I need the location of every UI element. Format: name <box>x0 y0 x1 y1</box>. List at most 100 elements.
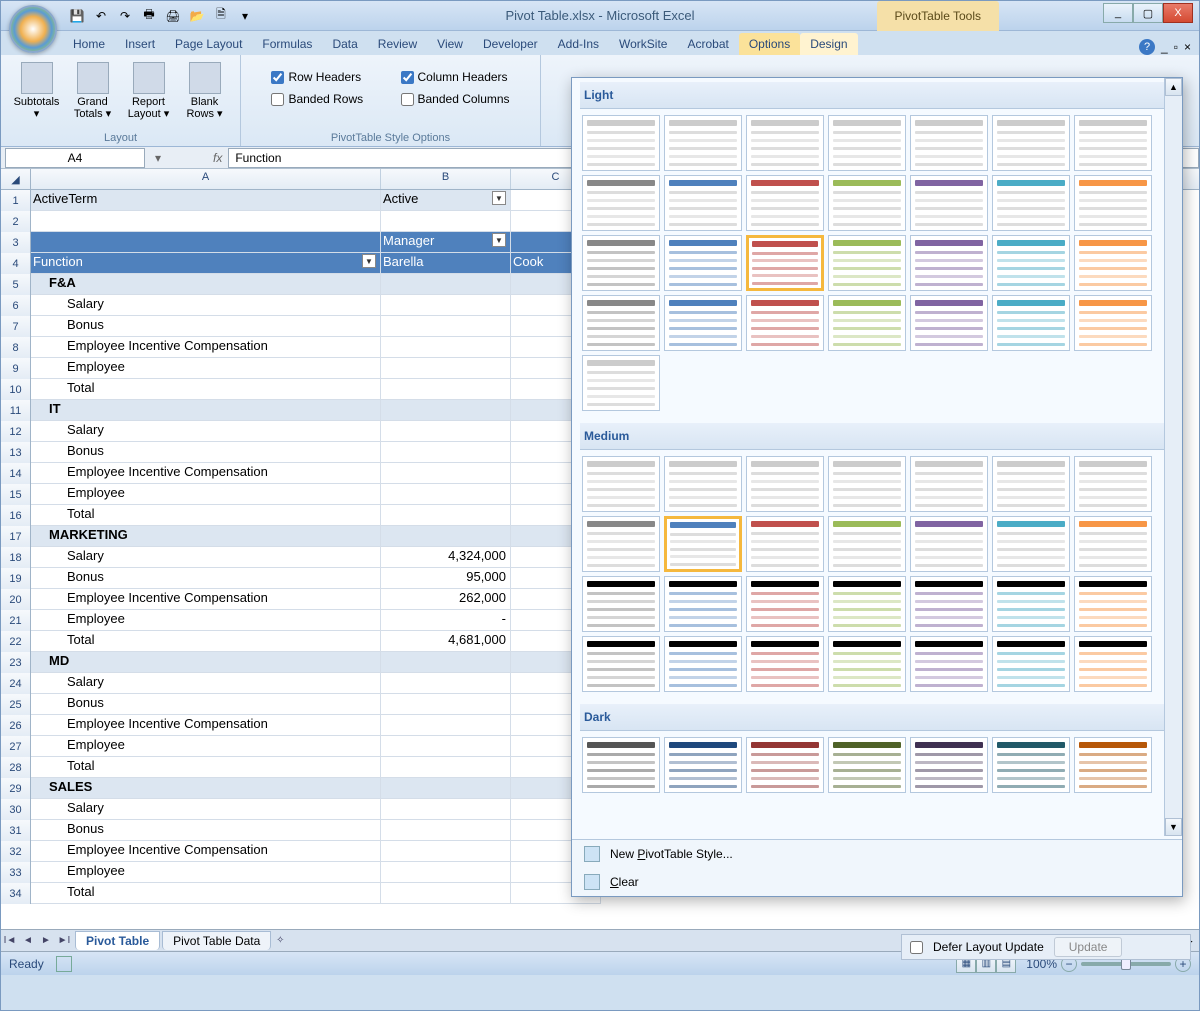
cell[interactable] <box>381 337 511 358</box>
sheet-nav-last[interactable]: ►I <box>55 932 73 950</box>
row-header[interactable]: 8 <box>1 337 31 358</box>
cell[interactable]: Function▼ <box>31 253 381 274</box>
style-swatch[interactable] <box>992 115 1070 171</box>
blank-rows-button[interactable]: BlankRows ▾ <box>178 59 232 123</box>
filter-dropdown-icon[interactable]: ▼ <box>492 191 506 205</box>
style-swatch[interactable] <box>746 576 824 632</box>
print-preview-icon[interactable]: 🖶 <box>139 6 159 26</box>
style-swatch[interactable] <box>664 295 742 351</box>
style-swatch[interactable] <box>910 456 988 512</box>
column-header[interactable]: B <box>381 169 511 189</box>
cell[interactable]: - <box>381 610 511 631</box>
cell[interactable] <box>381 862 511 883</box>
row-header[interactable]: 27 <box>1 736 31 757</box>
cell[interactable] <box>31 232 381 253</box>
cell[interactable] <box>381 673 511 694</box>
cell[interactable] <box>381 274 511 295</box>
cell[interactable]: Bonus <box>31 820 381 841</box>
style-swatch[interactable] <box>1074 456 1152 512</box>
style-swatch[interactable] <box>828 115 906 171</box>
style-swatch[interactable] <box>910 516 988 572</box>
minimize-button[interactable]: _ <box>1103 3 1133 23</box>
style-swatch[interactable] <box>746 456 824 512</box>
style-swatch[interactable] <box>828 295 906 351</box>
style-swatch[interactable] <box>910 295 988 351</box>
row-header[interactable]: 7 <box>1 316 31 337</box>
cell[interactable] <box>381 715 511 736</box>
cell[interactable]: Bonus <box>31 694 381 715</box>
sheet-tab[interactable]: Pivot Table <box>75 931 160 950</box>
cell[interactable]: 4,681,000 <box>381 631 511 652</box>
row-header[interactable]: 1 <box>1 190 31 211</box>
cell[interactable]: Employee <box>31 736 381 757</box>
cell[interactable]: Salary <box>31 799 381 820</box>
style-swatch[interactable] <box>828 456 906 512</box>
cell[interactable]: 4,324,000 <box>381 547 511 568</box>
style-swatch[interactable] <box>582 295 660 351</box>
new-icon[interactable]: 🗎 <box>211 6 231 26</box>
cell[interactable]: 262,000 <box>381 589 511 610</box>
row-header[interactable]: 24 <box>1 673 31 694</box>
gallery-menu-clear[interactable]: Clear <box>572 868 1182 896</box>
cell[interactable]: Total <box>31 505 381 526</box>
gallery-scroll-down[interactable]: ▼ <box>1165 818 1182 836</box>
style-swatch[interactable] <box>910 636 988 692</box>
style-swatch[interactable] <box>664 456 742 512</box>
row-headers-checkbox[interactable]: Row Headers <box>271 70 380 84</box>
cell[interactable]: Employee Incentive Compensation <box>31 463 381 484</box>
cell[interactable]: Salary <box>31 421 381 442</box>
style-swatch[interactable] <box>664 516 742 572</box>
row-header[interactable]: 17 <box>1 526 31 547</box>
row-header[interactable]: 31 <box>1 820 31 841</box>
tab-home[interactable]: Home <box>63 33 115 55</box>
cell[interactable]: F&A <box>31 274 381 295</box>
row-header[interactable]: 33 <box>1 862 31 883</box>
row-header[interactable]: 10 <box>1 379 31 400</box>
style-swatch[interactable] <box>1074 636 1152 692</box>
style-swatch[interactable] <box>582 235 660 291</box>
style-swatch[interactable] <box>582 576 660 632</box>
cell[interactable]: Employee Incentive Compensation <box>31 589 381 610</box>
qat-customize-icon[interactable]: ▾ <box>235 6 255 26</box>
style-swatch[interactable] <box>1074 175 1152 231</box>
cell[interactable]: 95,000 <box>381 568 511 589</box>
cell[interactable]: Bonus <box>31 568 381 589</box>
cell[interactable]: Salary <box>31 547 381 568</box>
style-swatch[interactable] <box>1074 235 1152 291</box>
tab-page-layout[interactable]: Page Layout <box>165 33 252 55</box>
tab-review[interactable]: Review <box>368 33 427 55</box>
report-layout-button[interactable]: ReportLayout ▾ <box>122 59 176 123</box>
cell[interactable] <box>381 442 511 463</box>
cell[interactable]: Total <box>31 757 381 778</box>
cell[interactable]: Bonus <box>31 442 381 463</box>
column-header[interactable]: A <box>31 169 381 189</box>
style-swatch[interactable] <box>910 576 988 632</box>
cell[interactable] <box>381 694 511 715</box>
style-swatch[interactable] <box>828 576 906 632</box>
style-swatch[interactable] <box>582 355 660 411</box>
style-swatch[interactable] <box>828 175 906 231</box>
cell[interactable] <box>381 316 511 337</box>
defer-layout-checkbox[interactable] <box>910 941 923 954</box>
save-icon[interactable]: 💾 <box>67 6 87 26</box>
row-header[interactable]: 21 <box>1 610 31 631</box>
style-swatch[interactable] <box>992 295 1070 351</box>
sheet-nav-next[interactable]: ► <box>37 932 55 950</box>
cell[interactable]: IT <box>31 400 381 421</box>
style-swatch[interactable] <box>582 175 660 231</box>
style-swatch[interactable] <box>746 737 824 793</box>
style-swatch[interactable] <box>992 175 1070 231</box>
gallery-scroll-up[interactable]: ▲ <box>1165 78 1182 96</box>
name-box[interactable]: A4 <box>5 148 145 168</box>
style-swatch[interactable] <box>828 737 906 793</box>
row-header[interactable]: 14 <box>1 463 31 484</box>
cell[interactable] <box>381 736 511 757</box>
tab-data[interactable]: Data <box>322 33 367 55</box>
style-swatch[interactable] <box>746 295 824 351</box>
maximize-button[interactable]: ▢ <box>1133 3 1163 23</box>
mdiwindow-restore-icon[interactable]: ▫ <box>1174 40 1178 54</box>
filter-dropdown-icon[interactable]: ▼ <box>362 254 376 268</box>
help-icon[interactable]: ? <box>1139 39 1155 55</box>
cell[interactable]: Employee Incentive Compensation <box>31 841 381 862</box>
row-header[interactable]: 13 <box>1 442 31 463</box>
